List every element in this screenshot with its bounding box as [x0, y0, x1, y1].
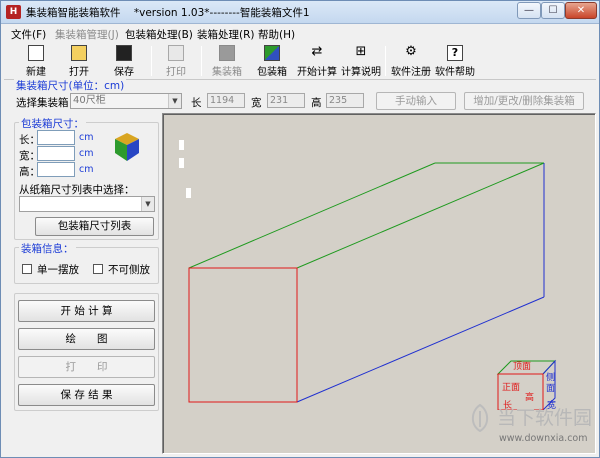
- package-width-unit: cm: [79, 148, 94, 159]
- container-width-field: 231: [267, 93, 305, 108]
- close-button[interactable]: ✕: [565, 2, 597, 19]
- package-height-unit: cm: [79, 164, 94, 175]
- print-action-button[interactable]: 打 印: [18, 356, 155, 378]
- help-question-icon: ?: [447, 45, 463, 61]
- menu-package-processing[interactable]: 包装箱处理(B): [125, 27, 193, 42]
- new-file-icon: [28, 45, 44, 61]
- menu-bar: 文件(F) 集装箱管理(J) 包装箱处理(B) 装箱处理(R) 帮助(H): [1, 25, 599, 42]
- watermark-url: www.downxia.com: [499, 433, 588, 444]
- watermark-brand: 当下软件园: [497, 407, 593, 429]
- packing-button[interactable]: 包装箱: [254, 44, 290, 78]
- chevron-down-icon: ▼: [141, 197, 154, 211]
- print-button[interactable]: 打印: [161, 44, 191, 78]
- package-length-input[interactable]: [37, 130, 75, 145]
- help-button-label: 软件帮助: [435, 67, 475, 78]
- package-width-input[interactable]: [37, 146, 75, 161]
- package-cube-icon: [264, 45, 280, 61]
- printer-icon: [168, 45, 184, 61]
- width-label: 宽: [251, 97, 262, 109]
- package-cube-icon: [115, 133, 139, 161]
- app-logo-icon: H: [6, 5, 21, 19]
- container-icon: [219, 45, 235, 61]
- save-button-label: 保存: [114, 67, 134, 78]
- chevron-down-icon: ▼: [168, 94, 181, 108]
- container-length-field: 1194: [207, 93, 245, 108]
- action-buttons-group: 开 始 计 算 绘 图 打 印 保 存 结 果: [14, 293, 159, 411]
- container-front-face: [188, 267, 298, 403]
- container-select[interactable]: 40尺柜 ▼: [70, 93, 182, 109]
- container-button[interactable]: 集装箱: [209, 44, 245, 78]
- print-button-label: 打印: [166, 67, 186, 78]
- toolbar-separator: [201, 46, 202, 76]
- manage-container-button[interactable]: 增加/更改/删除集装箱: [464, 92, 584, 110]
- toolbar: 新建 打开 保存 打印 集装箱 包装箱 ⇄ 开始计算 ⊞ 计算说明 ⚙ 软件注册…: [1, 42, 599, 79]
- calc-help-button[interactable]: ⊞ 计算说明: [339, 44, 383, 79]
- calc-explain-icon: ⊞: [355, 44, 367, 59]
- toolbar-separator: [385, 46, 386, 76]
- container-select-value: 40尺柜: [73, 95, 106, 106]
- start-calc-button[interactable]: ⇄ 开始计算: [295, 44, 339, 79]
- toolbar-separator: [151, 46, 152, 76]
- container-group-title: 集装箱尺寸(单位：cm): [14, 78, 127, 93]
- watermark-logo-icon: [471, 403, 489, 433]
- from-list-label: 从纸箱尺寸列表中选择：: [19, 184, 135, 196]
- cube-side-label-2: 面: [546, 383, 555, 394]
- menu-packing-processing[interactable]: 装箱处理(R): [197, 27, 255, 42]
- container-button-label: 集装箱: [212, 67, 242, 78]
- start-calc-button-label: 开始计算: [297, 67, 337, 78]
- single-placement-label: 单一摆放: [37, 264, 79, 276]
- register-button-label: 软件注册: [391, 67, 431, 78]
- title-bar: H 集装箱智能装箱软件 *version 1.03*--------智能装箱文件…: [1, 1, 599, 24]
- menu-container-management[interactable]: 集装箱管理(J): [55, 27, 119, 42]
- no-side-placement-checkbox[interactable]: [93, 264, 103, 274]
- new-button-label: 新建: [26, 67, 46, 78]
- length-label: 长: [191, 97, 202, 109]
- cube-side-label-1: 侧: [546, 371, 555, 383]
- packing-info-title: 装箱信息：: [19, 241, 76, 256]
- menu-help[interactable]: 帮助(H): [258, 27, 295, 42]
- no-side-placement-label: 不可侧放: [108, 264, 150, 276]
- single-placement-checkbox[interactable]: [22, 264, 32, 274]
- package-height-input[interactable]: [37, 162, 75, 177]
- package-list-button[interactable]: 包装箱尺寸列表: [35, 217, 154, 236]
- register-button[interactable]: ⚙ 软件注册: [389, 44, 433, 79]
- manual-input-button[interactable]: 手动输入: [376, 92, 456, 110]
- container-size-group: 集装箱尺寸(单位：cm) 选择集装箱 40尺柜 ▼ 长 1194 宽 231 高…: [4, 78, 596, 111]
- help-button[interactable]: ? 软件帮助: [433, 44, 477, 78]
- watermark: 当下软件园 www.downxia.com: [467, 401, 595, 451]
- minimize-button[interactable]: —: [517, 2, 541, 19]
- start-calc-action-button[interactable]: 开 始 计 算: [18, 300, 155, 322]
- maximize-button[interactable]: ☐: [541, 2, 565, 19]
- container-top-edge: [188, 162, 436, 269]
- packing-info-group: 装箱信息： 单一摆放 不可侧放: [14, 241, 159, 284]
- cube-top-label: 顶面: [513, 361, 531, 372]
- package-length-unit: cm: [79, 132, 94, 143]
- draw-button[interactable]: 绘 图: [18, 328, 155, 350]
- packing-button-label: 包装箱: [257, 67, 287, 78]
- menu-file[interactable]: 文件(F): [11, 27, 46, 42]
- window-title: 集装箱智能装箱软件 *version 1.03*--------智能装箱文件1: [26, 7, 310, 19]
- save-result-button[interactable]: 保 存 结 果: [18, 384, 155, 406]
- save-button[interactable]: 保存: [109, 44, 139, 78]
- register-icon: ⚙: [405, 44, 417, 59]
- select-container-label: 选择集装箱: [16, 97, 69, 109]
- container-top-edge: [296, 162, 545, 269]
- open-folder-icon: [71, 45, 87, 61]
- package-group-title: 包装箱尺寸：: [19, 116, 86, 131]
- container-height-field: 235: [326, 93, 364, 108]
- app-window: H 集装箱智能装箱软件 *version 1.03*--------智能装箱文件…: [0, 0, 600, 458]
- package-list-select[interactable]: ▼: [19, 196, 155, 212]
- package-size-group: 包装箱尺寸： 长： cm 宽： cm 高： cm 从纸箱尺寸列表中选择： ▼ 包…: [14, 116, 159, 240]
- open-button[interactable]: 打开: [64, 44, 94, 78]
- floppy-disk-icon: [116, 45, 132, 61]
- open-button-label: 打开: [69, 67, 89, 78]
- calculate-arrows-icon: ⇄: [311, 44, 323, 59]
- cube-front-label: 正面: [502, 382, 520, 393]
- height-label: 高: [311, 97, 322, 109]
- new-button[interactable]: 新建: [21, 44, 51, 78]
- calc-help-button-label: 计算说明: [341, 67, 381, 78]
